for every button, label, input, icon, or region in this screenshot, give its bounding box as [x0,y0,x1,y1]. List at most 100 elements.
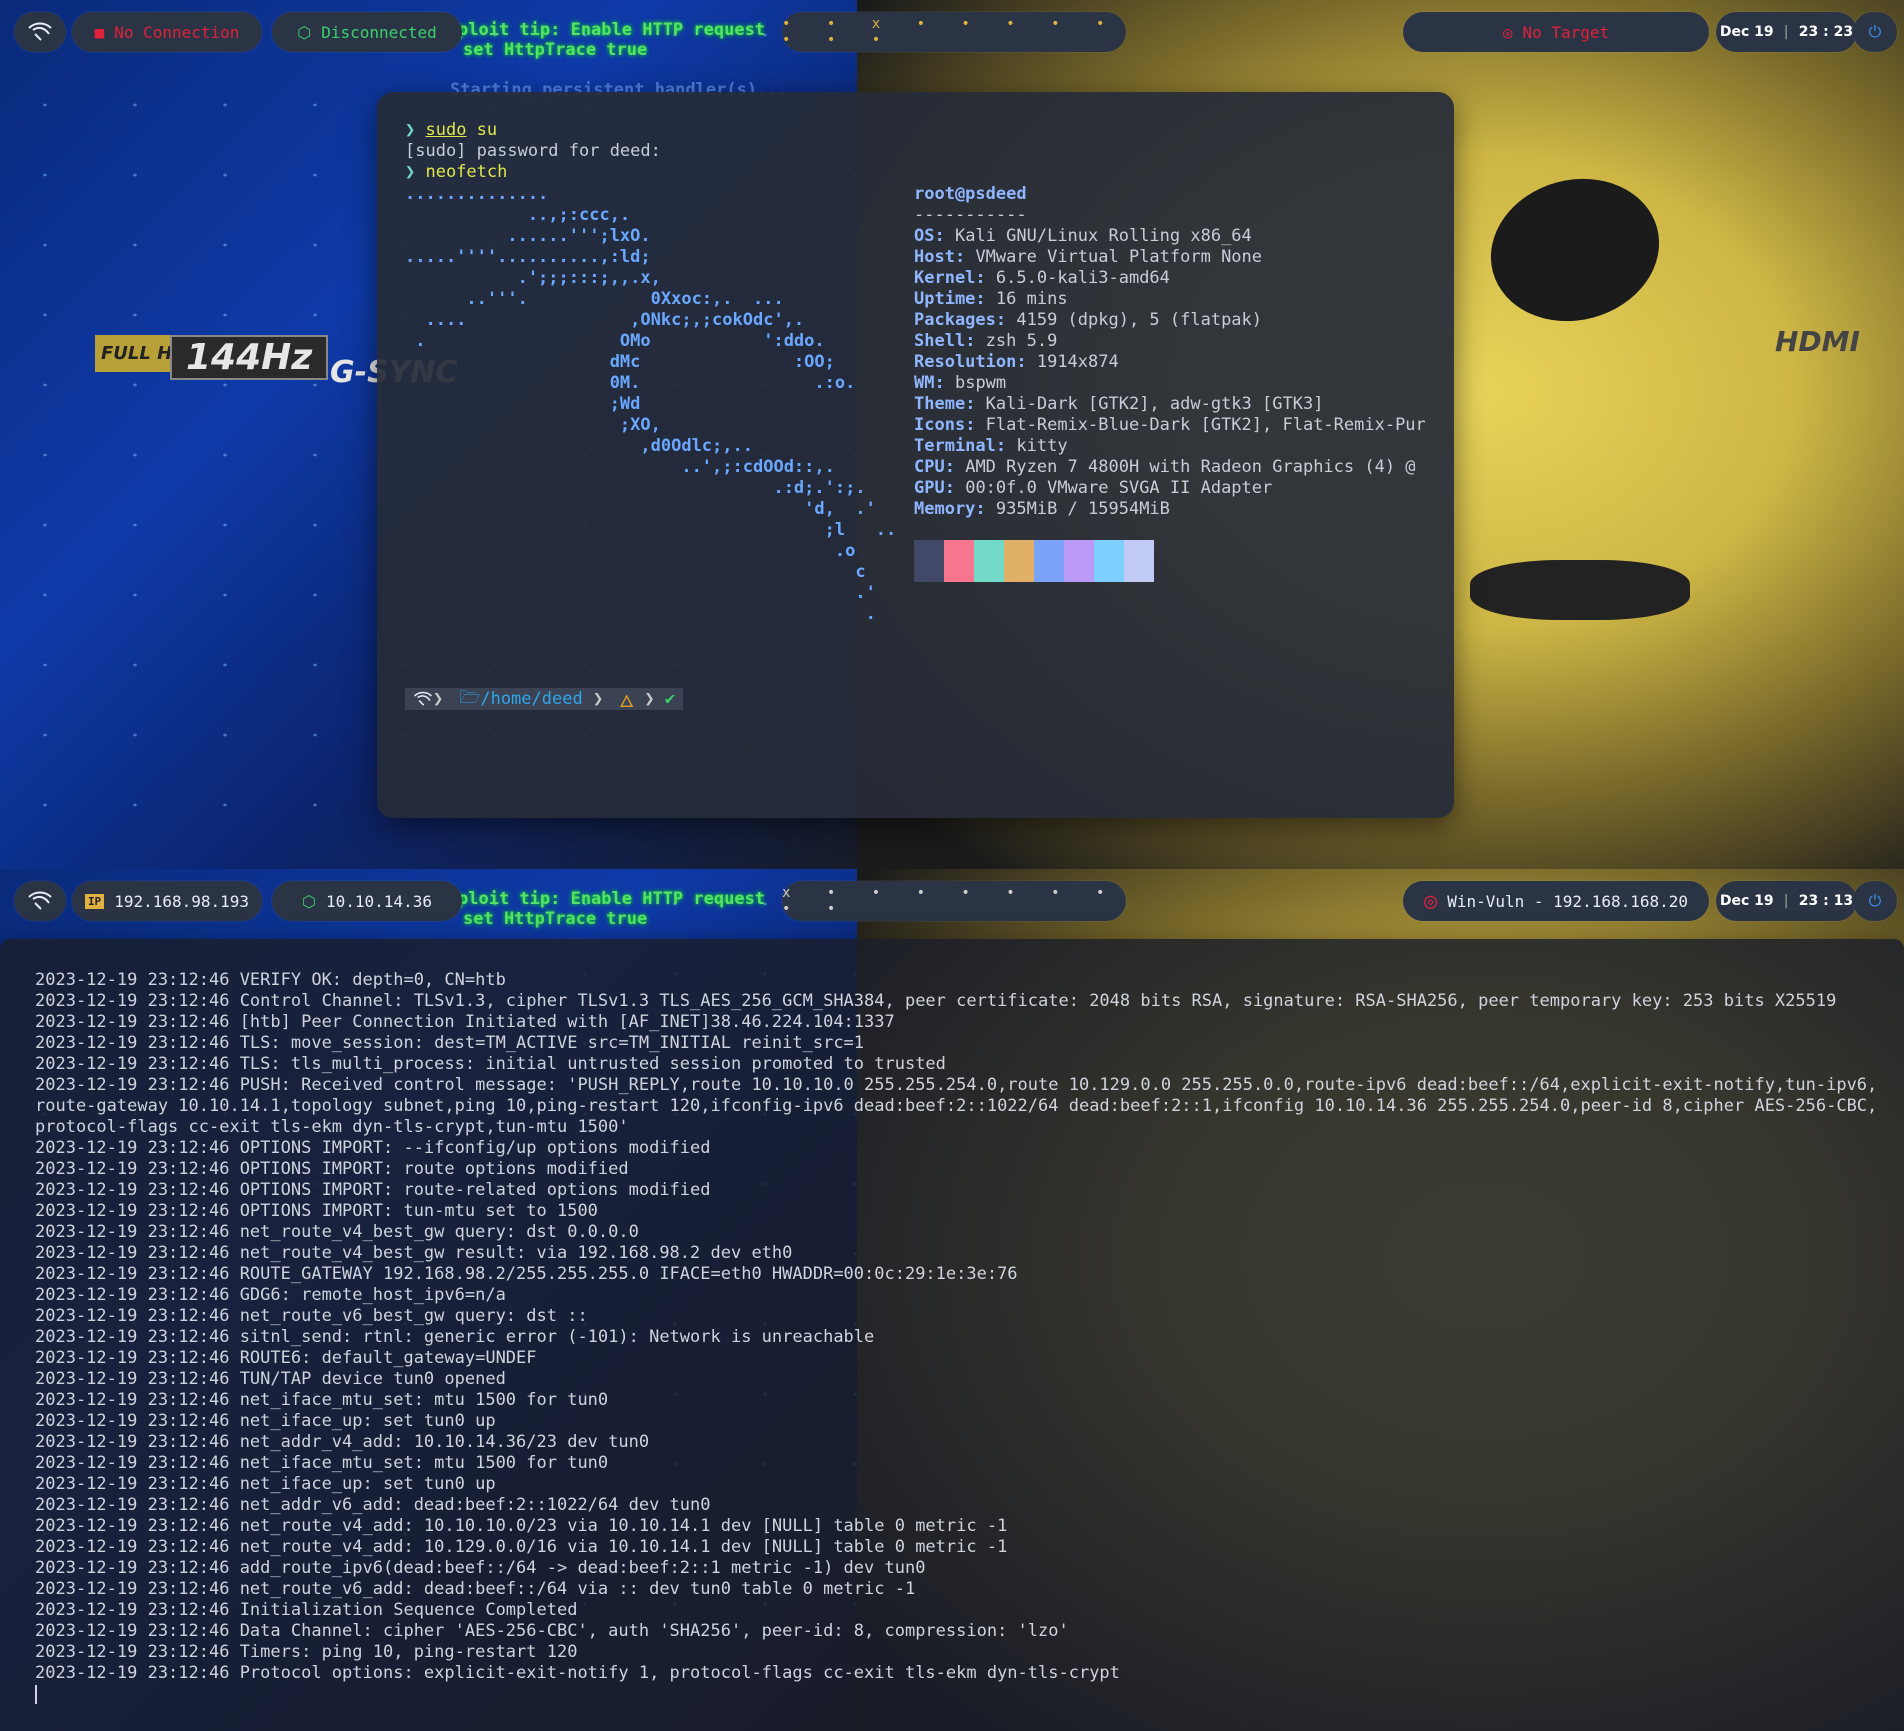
kali-dragon-icon [413,691,433,706]
target-icon: ◎ [1502,22,1513,42]
flame-icon: 🜂 [619,691,635,712]
log-line: 2023-12-19 23:12:46 OPTIONS IMPORT: rout… [35,1159,629,1179]
vpn-status[interactable]: ⬡ Disconnected [272,12,462,52]
log-line: 2023-12-19 23:12:46 net_addr_v4_add: 10.… [35,1432,650,1452]
shell-prompt[interactable]: ❯ 🗁/home/deed ❯ 🜂 ❯ ✔ [405,688,684,712]
time-label: 23 : 23 [1798,24,1854,40]
info-row: GPU: 00:0f.0 VMware SVGA II Adapter [914,478,1273,498]
neofetch-terminal[interactable]: ❯ sudo su [sudo] password for deed: ❯ ne… [377,92,1454,818]
top-status-bar: ■ No Connection ⬡ Disconnected • • x • •… [0,0,1904,62]
menu-button[interactable] [14,12,66,52]
terminal-cursor [35,1684,37,1704]
cube-icon: ⬡ [297,22,312,42]
info-value: Flat-Remix-Blue-Dark [GTK2], Flat-Remix-… [985,415,1426,435]
color-swatch [1064,540,1094,582]
color-swatch [1004,540,1034,582]
info-row: WM: bspwm [914,373,1007,393]
log-line: 2023-12-19 23:12:46 net_iface_up: set tu… [35,1411,496,1431]
target-label: No Target [1522,22,1610,42]
log-line: 2023-12-19 23:12:46 Initialization Seque… [35,1600,578,1620]
info-key: Terminal [914,436,996,456]
ip-label: 192.168.98.193 [114,891,250,911]
prompt-path-segment: 🗁/home/deed ❯ [451,688,612,710]
log-line: 2023-12-19 23:12:46 net_addr_v6_add: dea… [35,1495,711,1515]
vpn-label: Disconnected [321,22,437,42]
info-key: OS [914,226,935,246]
log-line: 2023-12-19 23:12:46 net_iface_up: set tu… [35,1474,496,1494]
power-button[interactable]: ⏻ [1853,12,1897,52]
info-row: Terminal: kitty [914,436,1068,456]
info-row: Memory: 935MiB / 15954MiB [914,499,1170,519]
target-icon: ◎ [1423,888,1438,914]
vpn-ip-label: 10.10.14.36 [326,891,432,911]
info-value: 4159 (dpkg), 5 (flatpak) [1016,310,1263,330]
target-status[interactable]: ◎ No Target [1403,12,1709,52]
separator: ----------- [914,205,1027,225]
info-row: OS: Kali GNU/Linux Rolling x86_64 [914,226,1252,246]
info-value: 935MiB / 15954MiB [995,499,1170,519]
clock[interactable]: Dec 19 | 23 : 13 [1716,881,1857,921]
target-status[interactable]: ◎ Win-Vuln - 192.168.168.20 [1403,881,1709,921]
info-key: Packages [914,310,996,330]
prompt-symbol: ❯ [405,120,426,140]
openvpn-log: 2023-12-19 23:12:46 VERIFY OK: depth=0, … [35,970,1885,1705]
info-key: Theme [914,394,966,414]
info-row: Theme: Kali-Dark [GTK2], adw-gtk3 [GTK3] [914,394,1324,414]
power-icon: ⏻ [1868,891,1882,910]
log-line: 2023-12-19 23:12:46 net_route_v6_best_gw… [35,1306,588,1326]
ip-status[interactable]: IP 192.168.98.193 [72,881,262,921]
info-value: Kali GNU/Linux Rolling x86_64 [954,226,1252,246]
info-row: CPU: AMD Ryzen 7 4800H with Radeon Graph… [914,457,1416,477]
info-key: CPU [914,457,945,477]
bottom-screen: ploit tip: Enable HTTP request set HttpT… [0,869,1904,1731]
clock[interactable]: Dec 19 | 23 : 23 [1716,12,1857,52]
info-value: 16 mins [995,289,1068,309]
log-line: 2023-12-19 23:12:46 Control Channel: TLS… [35,991,1837,1011]
command-line: ❯ neofetch [405,162,507,183]
log-line: 2023-12-19 23:12:46 OPTIONS IMPORT: --if… [35,1138,711,1158]
info-row: Kernel: 6.5.0-kali3-amd64 [914,268,1170,288]
connection-label: No Connection [114,22,240,42]
mask-mouth [1470,560,1690,620]
info-value: zsh 5.9 [985,331,1058,351]
log-line: 2023-12-19 23:12:46 net_route_v4_add: 10… [35,1537,1008,1557]
power-icon: ⏻ [1868,22,1882,41]
info-value: 00:0f.0 VMware SVGA II Adapter [965,478,1273,498]
target-label: Win-Vuln - 192.168.168.20 [1447,891,1689,911]
kali-dragon-icon [28,891,52,910]
power-button[interactable]: ⏻ [1853,881,1897,921]
log-line: 2023-12-19 23:12:46 TLS: tls_multi_proce… [35,1054,946,1074]
info-row: Packages: 4159 (dpkg), 5 (flatpak) [914,310,1263,330]
log-line: 2023-12-19 23:12:46 net_iface_mtu_set: m… [35,1390,609,1410]
command-line: ❯ sudo su [405,120,497,141]
connection-status[interactable]: ■ No Connection [72,12,262,52]
system-info: root@psdeed ----------- OS: Kali GNU/Lin… [914,184,1426,520]
color-swatch [914,540,944,582]
info-row: Shell: zsh 5.9 [914,331,1058,351]
bottom-status-bar: IP 192.168.98.193 ⬡ 10.10.14.36 x • • • … [0,869,1904,931]
log-line: 2023-12-19 23:12:46 sitnl_send: rtnl: ge… [35,1327,875,1347]
log-line: 2023-12-19 23:12:46 add_route_ipv6(dead:… [35,1558,926,1578]
info-row: Icons: Flat-Remix-Blue-Dark [GTK2], Flat… [914,415,1426,435]
top-screen: FULL HD 144Hz G-SYNC HDMI ploit tip: Ena… [0,0,1904,869]
info-key: Resolution [914,352,1017,372]
openvpn-terminal[interactable]: 2023-12-19 23:12:46 VERIFY OK: depth=0, … [0,939,1904,1731]
log-line: 2023-12-19 23:12:46 TUN/TAP device tun0 … [35,1369,506,1389]
log-line: 2023-12-19 23:12:46 VERIFY OK: depth=0, … [35,970,506,990]
log-line: 2023-12-19 23:12:46 TLS: move_session: d… [35,1033,865,1053]
info-value: VMware Virtual Platform None [975,247,1263,267]
log-line: 2023-12-19 23:12:46 net_route_v4_add: 10… [35,1516,1008,1536]
menu-button[interactable] [14,881,66,921]
log-line: 2023-12-19 23:12:46 Protocol options: ex… [35,1663,1120,1683]
log-line: 2023-12-19 23:12:46 net_route_v6_add: de… [35,1579,916,1599]
info-key: Kernel [914,268,976,288]
144hz-label: 144Hz [170,335,329,380]
log-line: 2023-12-19 23:12:46 ROUTE6: default_gate… [35,1348,537,1368]
log-line: 2023-12-19 23:12:46 net_route_v4_best_gw… [35,1243,793,1263]
workspace-indicator[interactable]: • • x • • • • • • • • [782,12,1126,52]
workspace-indicator[interactable]: x • • • • • • • • • [782,881,1126,921]
color-swatch [1034,540,1064,582]
vpn-status[interactable]: ⬡ 10.10.14.36 [272,881,462,921]
date-label: Dec 19 [1719,24,1774,40]
info-row: Host: VMware Virtual Platform None [914,247,1263,267]
